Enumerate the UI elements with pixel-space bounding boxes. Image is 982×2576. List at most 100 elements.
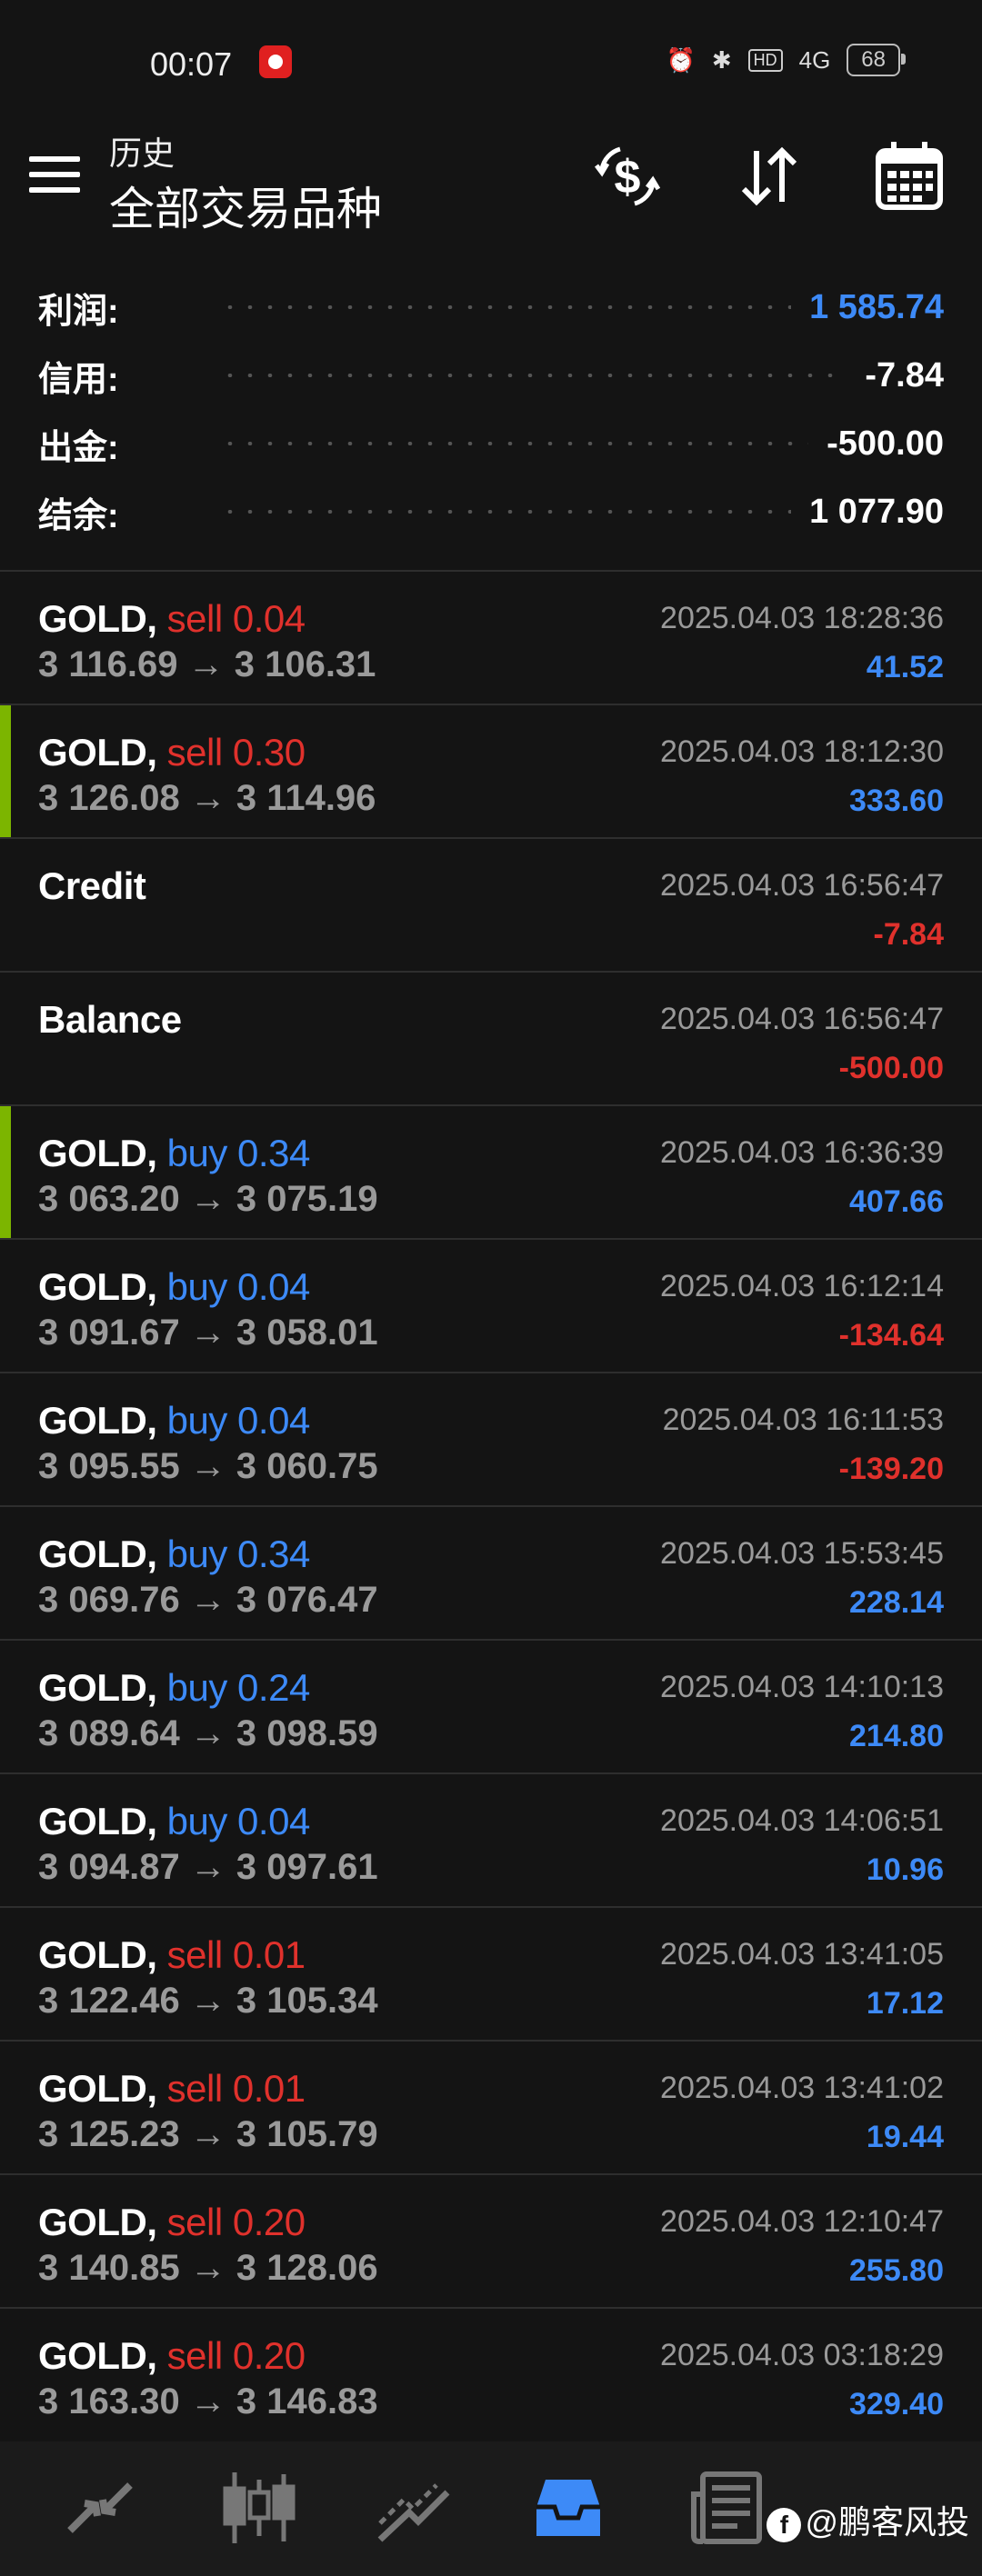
history-row[interactable]: Balance 2025.04.03 16:56:47 -500.00 [0, 971, 982, 1104]
history-row[interactable]: GOLD, buy 0.34 3 063.20 → 3 075.19 2025.04… [0, 1104, 982, 1238]
dotted-leader [220, 305, 792, 309]
trade-icon[interactable] [373, 2467, 455, 2549]
summary-withdrawal: 出金: -500.00 [38, 421, 944, 467]
row-symbol: GOLD, sell 0.04 [38, 597, 306, 641]
row-profit: 228.14 [849, 1585, 944, 1620]
chart-icon[interactable] [218, 2467, 300, 2549]
row-profit: -134.64 [838, 1318, 944, 1353]
row-timestamp: 2025.04.03 16:56:47 [660, 1002, 944, 1036]
trade-side: buy 0.04 [166, 1265, 311, 1308]
account-summary: 利润: 1 585.74 信用: -7.84 出金: -500.00 结余: 1… [0, 273, 982, 568]
row-prices: 3 091.67 → 3 058.01 [38, 1313, 378, 1353]
row-profit: 41.52 [866, 650, 944, 684]
row-symbol: GOLD, sell 0.01 [38, 2067, 306, 2111]
sort-icon[interactable] [731, 138, 807, 215]
row-profit: -139.20 [838, 1452, 944, 1486]
row-timestamp: 2025.04.03 14:06:51 [660, 1803, 944, 1838]
summary-label: 出金: [38, 428, 119, 467]
row-timestamp: 2025.04.03 15:53:45 [660, 1536, 944, 1571]
symbol-name: Credit [38, 864, 146, 907]
row-symbol: GOLD, buy 0.04 [38, 1399, 310, 1443]
row-prices: 3 125.23 → 3 105.79 [38, 2114, 378, 2154]
history-row[interactable]: GOLD, buy 0.34 3 069.76 → 3 076.47 2025.04… [0, 1505, 982, 1639]
row-timestamp: 2025.04.03 18:12:30 [660, 734, 944, 769]
history-row[interactable]: GOLD, sell 0.04 3 116.69 → 3 106.31 2025.0… [0, 570, 982, 704]
app-bar: 历史 全部交易品种 $ [0, 100, 982, 255]
summary-value: 1 585.74 [809, 287, 944, 326]
network-icon: 4G [798, 45, 831, 74]
row-accent-bar [0, 1106, 11, 1238]
trade-side: sell 0.01 [166, 2067, 306, 2110]
trade-side: buy 0.04 [166, 1800, 311, 1842]
trade-side: buy 0.24 [166, 1666, 311, 1709]
status-time: 00:07 [150, 45, 233, 83]
history-list: GOLD, sell 0.04 3 116.69 → 3 106.31 2025.0… [0, 570, 982, 2441]
news-icon[interactable] [686, 2467, 768, 2549]
summary-label: 信用: [38, 360, 119, 399]
summary-value: -500.00 [827, 424, 944, 463]
symbol-name: GOLD, [38, 1800, 157, 1842]
trade-side: sell 0.20 [166, 2334, 306, 2377]
summary-value: -7.84 [865, 355, 944, 394]
row-timestamp: 2025.04.03 13:41:05 [660, 1937, 944, 1972]
calendar-icon[interactable] [871, 138, 947, 215]
row-symbol: GOLD, buy 0.34 [38, 1132, 310, 1175]
history-row[interactable]: GOLD, buy 0.04 3 094.87 → 3 097.61 2025.04… [0, 1772, 982, 1906]
history-row[interactable]: GOLD, buy 0.04 3 095.55 → 3 060.75 2025.04… [0, 1372, 982, 1505]
summary-profit: 利润: 1 585.74 [38, 285, 944, 331]
trade-side: sell 0.01 [166, 1933, 306, 1976]
row-prices: 3 063.20 → 3 075.19 [38, 1179, 378, 1219]
row-prices: 3 095.55 → 3 060.75 [38, 1446, 378, 1486]
history-row[interactable]: GOLD, buy 0.24 3 089.64 → 3 098.59 2025.04… [0, 1639, 982, 1772]
trade-side: sell 0.04 [166, 597, 306, 640]
row-profit: 214.80 [849, 1719, 944, 1753]
history-icon[interactable] [527, 2467, 609, 2549]
row-profit: -500.00 [838, 1051, 944, 1085]
history-row[interactable]: GOLD, sell 0.20 3 140.85 → 3 128.06 2025.0… [0, 2173, 982, 2307]
history-row[interactable]: GOLD, sell 0.20 3 163.30 → 3 146.83 2025.0… [0, 2307, 982, 2441]
row-timestamp: 2025.04.03 13:41:02 [660, 2071, 944, 2105]
trade-side: sell 0.30 [166, 731, 306, 774]
symbol-name: Balance [38, 998, 182, 1041]
watermark: f @鹏客风投 [767, 2496, 969, 2543]
row-symbol: GOLD, buy 0.24 [38, 1666, 310, 1710]
row-timestamp: 2025.04.03 16:11:53 [662, 1403, 944, 1437]
symbol-name: GOLD, [38, 1132, 157, 1174]
history-row[interactable]: GOLD, sell 0.01 3 125.23 → 3 105.79 2025.0… [0, 2040, 982, 2173]
row-symbol: GOLD, sell 0.20 [38, 2201, 306, 2244]
row-symbol: GOLD, buy 0.04 [38, 1265, 310, 1309]
row-symbol: Balance [38, 998, 182, 1042]
row-timestamp: 2025.04.03 14:10:13 [660, 1670, 944, 1704]
row-accent-bar [0, 705, 11, 837]
symbol-name: GOLD, [38, 1265, 157, 1308]
alarm-icon: ⏰ [666, 45, 696, 74]
history-row[interactable]: GOLD, buy 0.04 3 091.67 → 3 058.01 2025.04… [0, 1238, 982, 1372]
bottom-navigation: f @鹏客风投 [0, 2441, 982, 2576]
history-row[interactable]: GOLD, sell 0.01 3 122.46 → 3 105.34 2025.0… [0, 1906, 982, 2040]
history-row[interactable]: GOLD, sell 0.30 3 126.08 → 3 114.96 2025.0… [0, 704, 982, 837]
menu-icon[interactable] [29, 156, 80, 196]
row-timestamp: 2025.04.03 03:18:29 [660, 2338, 944, 2372]
watermark-logo: f [767, 2508, 802, 2542]
summary-value: 1 077.90 [809, 492, 944, 531]
row-profit: -7.84 [873, 917, 945, 952]
system-icons: ⏰ ✱ HD 4G 68 [666, 44, 906, 76]
trade-side: buy 0.34 [166, 1533, 311, 1575]
summary-label: 结余: [38, 496, 119, 535]
row-symbol: GOLD, sell 0.20 [38, 2334, 306, 2378]
row-timestamp: 2025.04.03 16:12:14 [660, 1269, 944, 1303]
quotes-icon[interactable] [59, 2467, 141, 2549]
row-prices: 3 122.46 → 3 105.34 [38, 1981, 378, 2021]
row-prices: 3 126.08 → 3 114.96 [38, 778, 376, 818]
row-timestamp: 2025.04.03 12:10:47 [660, 2204, 944, 2239]
row-symbol: GOLD, sell 0.01 [38, 1933, 306, 1977]
row-prices: 3 089.64 → 3 098.59 [38, 1713, 378, 1753]
watermark-text: @鹏客风投 [805, 2503, 969, 2541]
page-title[interactable]: 全部交易品种 [109, 173, 382, 238]
history-row[interactable]: Credit 2025.04.03 16:56:47 -7.84 [0, 837, 982, 971]
row-prices: 3 163.30 → 3 146.83 [38, 2381, 378, 2421]
page-subtitle: 历史 [109, 135, 175, 172]
screen-record-icon [259, 45, 292, 78]
currency-exchange-icon[interactable]: $ [589, 138, 666, 215]
row-prices: 3 069.76 → 3 076.47 [38, 1580, 378, 1620]
